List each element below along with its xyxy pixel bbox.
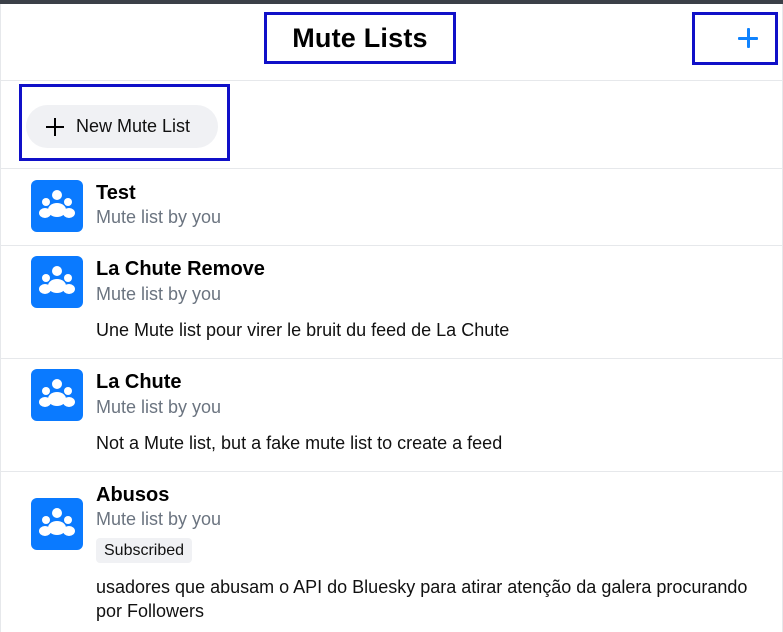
list-description: Not a Mute list, but a fake mute list to…	[96, 433, 503, 453]
page-title: Mute Lists	[292, 22, 428, 53]
new-mute-list-button[interactable]: New Mute List	[26, 105, 218, 148]
page-header: Mute Lists	[0, 4, 783, 81]
list-item[interactable]: La Chute Mute list by you Not a Mute lis…	[0, 359, 783, 472]
group-icon	[31, 256, 83, 308]
new-list-row: New Mute List	[0, 81, 783, 169]
group-icon	[31, 498, 83, 550]
list-subtitle: Mute list by you	[96, 509, 222, 529]
list-item[interactable]: La Chute Remove Mute list by you Une Mut…	[0, 246, 783, 359]
subscribed-badge: Subscribed	[96, 538, 193, 563]
new-mute-list-label: New Mute List	[76, 116, 191, 136]
list-name: Abusos	[96, 484, 170, 506]
list-name: La Chute Remove	[96, 258, 265, 280]
add-list-button[interactable]	[692, 12, 778, 65]
list-name: Test	[96, 182, 136, 204]
page-title-container: Mute Lists	[264, 12, 456, 64]
plus-icon	[46, 117, 64, 136]
list-description: Une Mute list pour virer le bruit du fee…	[96, 320, 510, 340]
list-subtitle: Mute list by you	[96, 284, 222, 304]
group-icon	[31, 369, 83, 421]
mute-lists: Test Mute list by you La Chute Remove Mu…	[0, 169, 783, 632]
list-subtitle: Mute list by you	[96, 207, 222, 227]
list-item[interactable]: Test Mute list by you	[0, 169, 783, 246]
list-description: usadores que abusam o API do Bluesky par…	[96, 577, 748, 621]
list-item[interactable]: Abusos Mute list by you Subscribed usado…	[0, 472, 783, 632]
list-subtitle: Mute list by you	[96, 397, 222, 417]
group-icon	[31, 180, 83, 232]
new-list-highlight: New Mute List	[19, 84, 230, 161]
list-name: La Chute	[96, 371, 182, 393]
plus-icon	[738, 28, 758, 48]
